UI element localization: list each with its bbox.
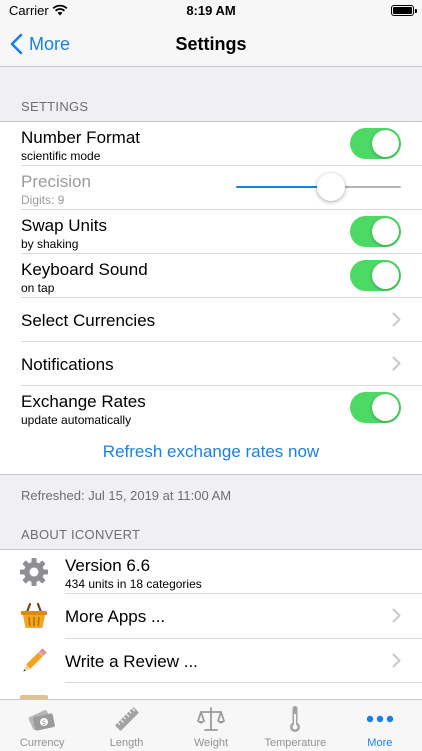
- partial-row: [20, 683, 422, 700]
- exchange-rates-title: Exchange Rates: [21, 392, 146, 411]
- page-title: Settings: [175, 34, 247, 54]
- write-review-row[interactable]: Write a Review ...: [23, 639, 422, 683]
- tab-currency[interactable]: $ Currency: [0, 700, 84, 751]
- refresh-exchange-rates-button[interactable]: Refresh exchange rates now: [103, 442, 319, 462]
- tab-bar: $ Currency Length Weight Temperature Mor…: [0, 699, 422, 751]
- refreshed-timestamp: Refreshed: Jul 15, 2019 at 11:00 AM: [21, 488, 232, 503]
- tab-length[interactable]: Length: [84, 700, 168, 751]
- svg-text:$: $: [42, 719, 46, 727]
- keyboard-sound-toggle[interactable]: [350, 260, 401, 291]
- more-apps-title: More Apps ...: [65, 607, 166, 626]
- more-apps-row[interactable]: More Apps ...: [21, 594, 422, 639]
- tab-currency-label: Currency: [19, 737, 65, 749]
- tab-weight[interactable]: Weight: [169, 700, 253, 751]
- keyboard-sound-subtitle: on tap: [21, 281, 55, 295]
- chevron-right-icon: [392, 356, 401, 371]
- status-bar: Carrier 8:19 AM: [0, 0, 422, 22]
- precision-slider-thumb[interactable]: [317, 173, 345, 201]
- thermometer-icon: [290, 706, 301, 732]
- notifications-row[interactable]: Notifications: [21, 342, 422, 386]
- tab-more[interactable]: More: [338, 700, 422, 751]
- tab-temperature[interactable]: Temperature: [253, 700, 337, 751]
- number-format-subtitle: scientific mode: [21, 149, 101, 163]
- more-dots-icon: [366, 715, 394, 723]
- exchange-rates-row: Exchange Rates update automatically: [21, 386, 422, 430]
- basket-icon: [21, 602, 47, 628]
- tab-more-label: More: [367, 737, 393, 749]
- swap-units-subtitle: by shaking: [21, 237, 79, 251]
- chevron-right-icon: [392, 312, 401, 327]
- version-title: Version 6.6: [65, 556, 151, 575]
- precision-slider[interactable]: [236, 172, 401, 203]
- precision-row: Precision Digits: 9: [21, 166, 422, 210]
- select-currencies-row[interactable]: Select Currencies: [21, 298, 422, 342]
- clock: 8:19 AM: [186, 3, 236, 18]
- tab-length-label: Length: [109, 737, 144, 749]
- number-format-toggle[interactable]: [350, 128, 401, 159]
- gear-icon: [20, 558, 48, 586]
- about-section-header: ABOUT ICONVERT: [21, 527, 141, 542]
- notifications-title: Notifications: [21, 355, 114, 374]
- select-currencies-title: Select Currencies: [21, 311, 156, 330]
- number-format-row: Number Format scientific mode: [21, 122, 422, 166]
- swap-units-row: Swap Units by shaking: [21, 210, 422, 254]
- exchange-rates-toggle[interactable]: [350, 392, 401, 423]
- chevron-right-icon: [392, 653, 401, 668]
- navigation-bar: More Settings: [0, 22, 422, 67]
- scale-icon: [197, 707, 225, 731]
- number-format-title: Number Format: [21, 128, 141, 147]
- version-row: Version 6.6 434 units in 18 categories: [20, 550, 422, 594]
- tab-temperature-label: Temperature: [264, 737, 327, 749]
- about-group: Version 6.6 434 units in 18 categories M…: [0, 549, 422, 700]
- write-review-title: Write a Review ...: [65, 652, 198, 671]
- tab-weight-label: Weight: [193, 737, 229, 749]
- swap-units-toggle[interactable]: [350, 216, 401, 247]
- currency-icon: $: [28, 710, 56, 731]
- settings-group: Number Format scientific mode Precision …: [0, 121, 422, 475]
- chevron-right-icon: [392, 608, 401, 623]
- swap-units-title: Swap Units: [21, 216, 107, 235]
- keyboard-sound-title: Keyboard Sound: [21, 260, 148, 279]
- settings-section-header: SETTINGS: [21, 99, 89, 114]
- keyboard-sound-row: Keyboard Sound on tap: [21, 254, 422, 298]
- exchange-rates-subtitle: update automatically: [21, 413, 132, 427]
- version-subtitle: 434 units in 18 categories: [65, 577, 202, 591]
- ruler-icon: [115, 707, 139, 731]
- battery-icon: [391, 5, 417, 16]
- pencil-icon: [23, 648, 47, 672]
- precision-title: Precision: [21, 172, 91, 191]
- refresh-row: Refresh exchange rates now: [0, 430, 422, 474]
- precision-subtitle: Digits: 9: [21, 193, 65, 207]
